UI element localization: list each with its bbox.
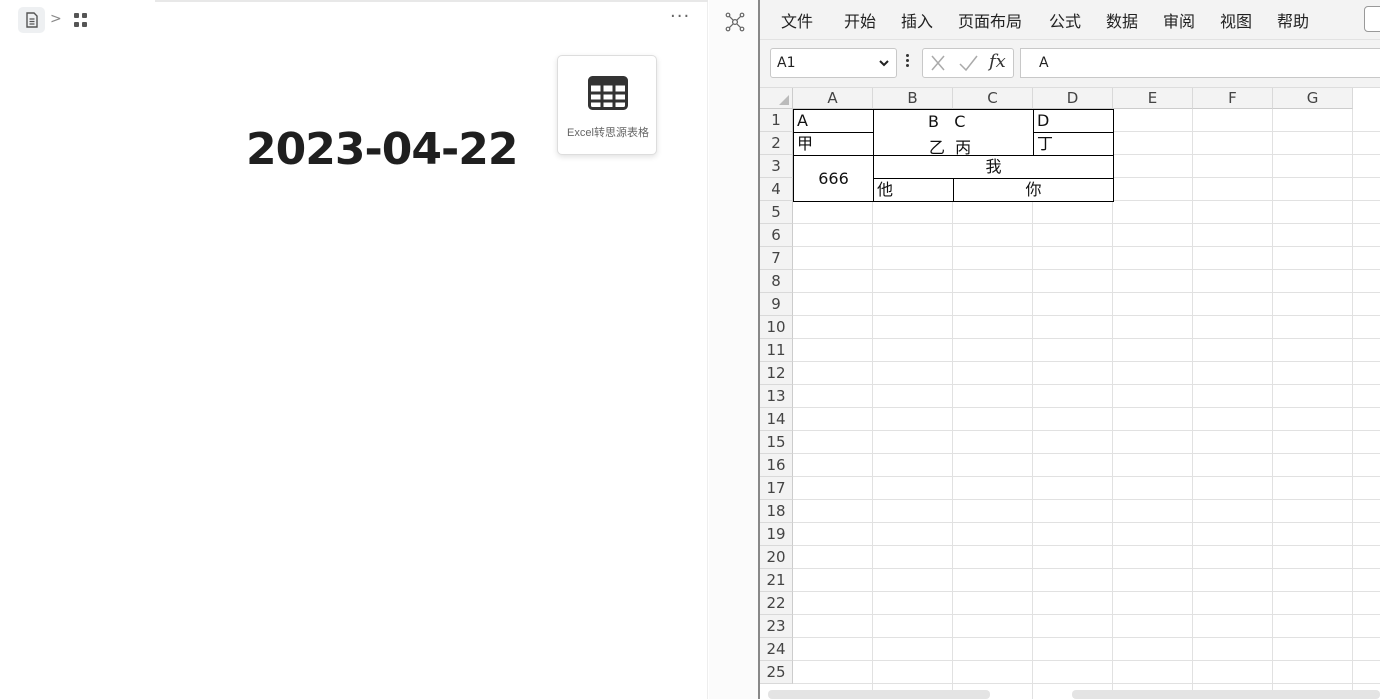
name-box-value: A1 — [777, 55, 796, 71]
row-header-22[interactable]: 22 — [760, 592, 793, 615]
row-header-7[interactable]: 7 — [760, 247, 793, 270]
more-options-button[interactable]: ··· — [670, 6, 690, 27]
formula-buttons: fx — [922, 48, 1014, 78]
row-header-1[interactable]: 1 — [760, 109, 793, 132]
row-header-12[interactable]: 12 — [760, 362, 793, 385]
chevron-down-icon — [879, 60, 889, 67]
menu-help[interactable]: 帮助 — [1277, 8, 1309, 32]
document-icon[interactable] — [18, 7, 45, 33]
menu-formulas[interactable]: 公式 — [1049, 8, 1081, 32]
formula-bar: A1 fx A — [760, 40, 1380, 88]
row-header-15[interactable]: 15 — [760, 431, 793, 454]
row-header-16[interactable]: 16 — [760, 454, 793, 477]
row-header-25[interactable]: 25 — [760, 661, 793, 684]
select-all-corner[interactable] — [760, 88, 793, 109]
column-header-f[interactable]: F — [1193, 88, 1273, 109]
breadcrumb-chevron-icon: > — [50, 11, 62, 27]
menu-review[interactable]: 审阅 — [1163, 8, 1195, 32]
column-header-b[interactable]: B — [873, 88, 953, 109]
row-header-13[interactable]: 13 — [760, 385, 793, 408]
cell-b4[interactable]: 他 — [873, 178, 954, 202]
row-header-19[interactable]: 19 — [760, 523, 793, 546]
formula-options-icon[interactable] — [906, 54, 910, 69]
row-header-4[interactable]: 4 — [760, 178, 793, 201]
horizontal-scrollbar[interactable] — [1072, 690, 1380, 699]
excel-convert-widget[interactable]: Excel转思源表格 — [557, 55, 657, 155]
cell-b1-c2-top: B C — [928, 112, 966, 131]
column-header-a[interactable]: A — [793, 88, 873, 109]
menu-view[interactable]: 视图 — [1220, 8, 1252, 32]
menu-file[interactable]: 文件 — [781, 8, 813, 32]
name-box[interactable]: A1 — [770, 48, 897, 78]
row-header-10[interactable]: 10 — [760, 316, 793, 339]
row-header-2[interactable]: 2 — [760, 132, 793, 155]
menu-insert[interactable]: 插入 — [901, 8, 933, 32]
cell-grid[interactable]: A B C 乙 丙 D 甲 丁 666 我 他 你 — [793, 109, 1380, 699]
column-header-g[interactable]: G — [1273, 88, 1353, 109]
block-grid-icon[interactable] — [74, 13, 88, 27]
spreadsheet-panel: 文件 开始 插入 页面布局 公式 数据 审阅 视图 帮助 A1 fx A A B… — [760, 0, 1380, 699]
cell-b1-c2-bottom: 乙 丙 — [929, 138, 972, 156]
row-header-3[interactable]: 3 — [760, 155, 793, 178]
cell-b3-d3-merged[interactable]: 我 — [873, 155, 1114, 179]
page-title[interactable]: 2023-04-22 — [246, 124, 518, 175]
cell-a1[interactable]: A — [793, 109, 874, 133]
side-strip — [709, 0, 759, 699]
column-header-d[interactable]: D — [1033, 88, 1113, 109]
column-header-c[interactable]: C — [953, 88, 1033, 109]
cell-c4-d4-merged[interactable]: 你 — [953, 178, 1114, 202]
topbar-line — [155, 0, 708, 2]
row-header-5[interactable]: 5 — [760, 201, 793, 224]
cell-b1-c2-merged[interactable]: B C 乙 丙 — [873, 109, 1034, 156]
row-header-6[interactable]: 6 — [760, 224, 793, 247]
cancel-icon[interactable] — [926, 52, 950, 74]
app: > ··· 2023-04-22 Excel转思源表格 文件 开始 插入 页面布… — [0, 0, 1380, 699]
row-header-20[interactable]: 20 — [760, 546, 793, 569]
row-header-21[interactable]: 21 — [760, 569, 793, 592]
row-header-8[interactable]: 8 — [760, 270, 793, 293]
row-header-9[interactable]: 9 — [760, 293, 793, 316]
ribbon-menubar: 文件 开始 插入 页面布局 公式 数据 审阅 视图 帮助 — [760, 0, 1380, 40]
menu-data[interactable]: 数据 — [1106, 8, 1138, 32]
sheet-grid: ABCDEFG 1 2 3 4 5 6 7 8 9 10 11 12 13 14 15 16 17 18 19 20 2… — [760, 88, 1380, 699]
cell-d2[interactable]: 丁 — [1033, 132, 1114, 156]
graph-icon[interactable] — [725, 12, 745, 32]
row-header-23[interactable]: 23 — [760, 615, 793, 638]
formula-input[interactable]: A — [1020, 48, 1380, 78]
note-panel: > ··· 2023-04-22 Excel转思源表格 — [0, 0, 708, 699]
row-header-17[interactable]: 17 — [760, 477, 793, 500]
menu-home[interactable]: 开始 — [844, 8, 876, 32]
comment-button[interactable] — [1364, 6, 1380, 32]
insert-function-button[interactable]: fx — [989, 51, 1006, 72]
row-header-18[interactable]: 18 — [760, 500, 793, 523]
column-header-e[interactable]: E — [1113, 88, 1193, 109]
enter-check-icon[interactable] — [956, 52, 980, 74]
widget-label: Excel转思源表格 — [567, 127, 649, 139]
row-header-14[interactable]: 14 — [760, 408, 793, 431]
cell-a3-a4-merged[interactable]: 666 — [793, 155, 874, 202]
row-header-24[interactable]: 24 — [760, 638, 793, 661]
note-topbar: > ··· — [0, 0, 708, 40]
cell-d1[interactable]: D — [1033, 109, 1114, 133]
sheet-tabs-scroll[interactable] — [768, 690, 990, 699]
table-icon — [588, 76, 628, 110]
cell-a2[interactable]: 甲 — [793, 132, 874, 156]
row-header-11[interactable]: 11 — [760, 339, 793, 362]
menu-page-layout[interactable]: 页面布局 — [958, 8, 1022, 32]
